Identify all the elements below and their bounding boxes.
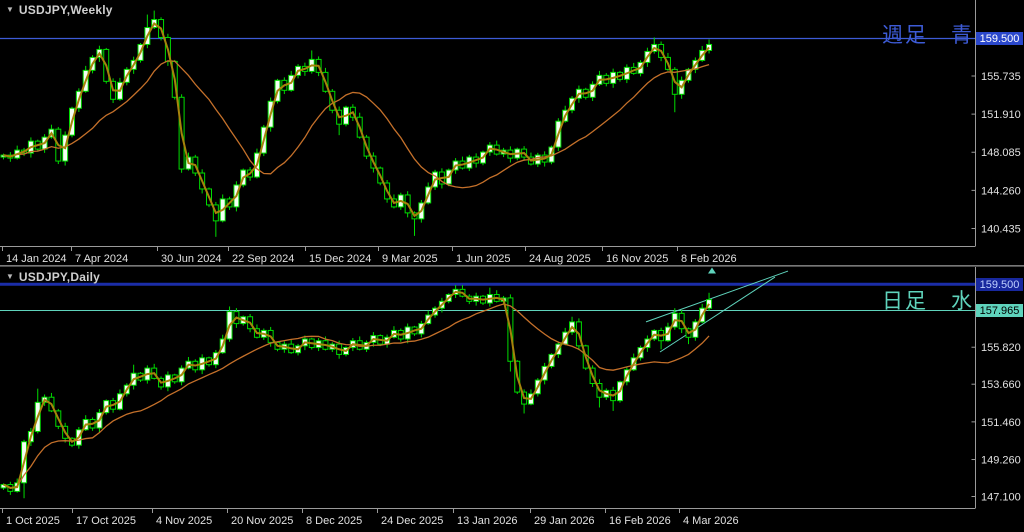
price-tick-label[interactable]: 151.460 bbox=[981, 417, 1021, 429]
ma-slow-line bbox=[4, 304, 710, 488]
panel-divider[interactable] bbox=[0, 265, 1024, 267]
chart-window: 155.735 151.910 148.085 144.260 140.435 14 Ja… bbox=[0, 0, 1024, 532]
date-tick-label[interactable]: 1 Jun 2025 bbox=[456, 253, 510, 265]
daily-chart-canvas[interactable]: 155.820 153.660 151.460 149.260 147.100 1 Oct… bbox=[0, 267, 1024, 532]
daily-hline-teal-price-label: 157.965 bbox=[976, 304, 1023, 317]
date-tick-label[interactable]: 22 Sep 2024 bbox=[232, 253, 294, 265]
weekly-annotation-text[interactable]: 週足 青 bbox=[882, 19, 974, 49]
date-tick-label[interactable]: 4 Mar 2026 bbox=[683, 515, 739, 527]
price-tick-label[interactable]: 155.820 bbox=[981, 342, 1021, 354]
price-tick-label[interactable]: 148.085 bbox=[981, 147, 1021, 159]
date-tick-label[interactable]: 16 Feb 2026 bbox=[609, 515, 671, 527]
price-tick-label[interactable]: 153.660 bbox=[981, 379, 1021, 391]
price-tick-label[interactable]: 151.910 bbox=[981, 109, 1021, 121]
daily-chart-title: USDJPY,Daily bbox=[19, 270, 100, 284]
date-tick-label[interactable]: 8 Feb 2026 bbox=[681, 253, 737, 265]
date-tick-label[interactable]: 16 Nov 2025 bbox=[606, 253, 668, 265]
ma-fast-line bbox=[4, 24, 710, 216]
weekly-panel-header: ▼ USDJPY,Weekly bbox=[6, 3, 113, 17]
date-tick-label[interactable]: 14 Jan 2024 bbox=[6, 253, 67, 265]
date-tick-label[interactable]: 7 Apr 2024 bbox=[75, 253, 128, 265]
date-tick-label[interactable]: 30 Jun 2024 bbox=[161, 253, 222, 265]
date-tick-label[interactable]: 8 Dec 2025 bbox=[306, 515, 362, 527]
date-tick-label[interactable]: 24 Dec 2025 bbox=[381, 515, 443, 527]
date-tick-label[interactable]: 1 Oct 2025 bbox=[6, 515, 60, 527]
ma-fast-line bbox=[4, 292, 710, 488]
time-scale[interactable]: 1 Oct 2025 17 Oct 2025 4 Nov 2025 20 Nov 20… bbox=[3, 509, 739, 527]
date-tick-label[interactable]: 17 Oct 2025 bbox=[76, 515, 136, 527]
date-tick-label[interactable]: 13 Jan 2026 bbox=[457, 515, 518, 527]
daily-hline-blue-price-label: 159.500 bbox=[976, 278, 1023, 291]
weekly-chart-title: USDJPY,Weekly bbox=[19, 3, 113, 17]
candles bbox=[1, 11, 712, 237]
date-tick-label[interactable]: 20 Nov 2025 bbox=[231, 515, 293, 527]
collapse-triangle-icon[interactable]: ▼ bbox=[6, 273, 14, 281]
price-tick-label[interactable]: 149.260 bbox=[981, 455, 1021, 467]
daily-panel-header: ▼ USDJPY,Daily bbox=[6, 270, 100, 284]
date-tick-label[interactable]: 9 Mar 2025 bbox=[382, 253, 438, 265]
daily-annotation-text[interactable]: 日足 水 bbox=[882, 285, 974, 315]
date-tick-label[interactable]: 24 Aug 2025 bbox=[529, 253, 591, 265]
price-tick-label[interactable]: 144.260 bbox=[981, 185, 1021, 197]
weekly-hline-price-label: 159.500 bbox=[976, 32, 1023, 45]
plot-area[interactable] bbox=[0, 11, 976, 237]
weekly-chart-canvas[interactable]: 155.735 151.910 148.085 144.260 140.435 14 Ja… bbox=[0, 0, 1024, 265]
daily-chart-panel[interactable]: 155.820 153.660 151.460 149.260 147.100 1 Oct… bbox=[0, 267, 1024, 532]
date-tick-label[interactable]: 29 Jan 2026 bbox=[534, 515, 595, 527]
price-tick-label[interactable]: 140.435 bbox=[981, 223, 1021, 235]
date-tick-label[interactable]: 4 Nov 2025 bbox=[156, 515, 212, 527]
date-tick-label[interactable]: 15 Dec 2024 bbox=[309, 253, 371, 265]
time-scale[interactable]: 14 Jan 2024 7 Apr 2024 30 Jun 2024 22 Sep 2… bbox=[3, 247, 737, 265]
price-scale[interactable]: 155.735 151.910 148.085 144.260 140.435 bbox=[0, 0, 1021, 247]
trendline-end-marker[interactable] bbox=[708, 268, 716, 274]
plot-area[interactable] bbox=[0, 268, 976, 499]
collapse-triangle-icon[interactable]: ▼ bbox=[6, 6, 14, 14]
price-tick-label[interactable]: 155.735 bbox=[981, 71, 1021, 83]
weekly-chart-panel[interactable]: 155.735 151.910 148.085 144.260 140.435 14 Ja… bbox=[0, 0, 1024, 265]
price-tick-label[interactable]: 147.100 bbox=[981, 492, 1021, 504]
candles bbox=[1, 285, 712, 498]
